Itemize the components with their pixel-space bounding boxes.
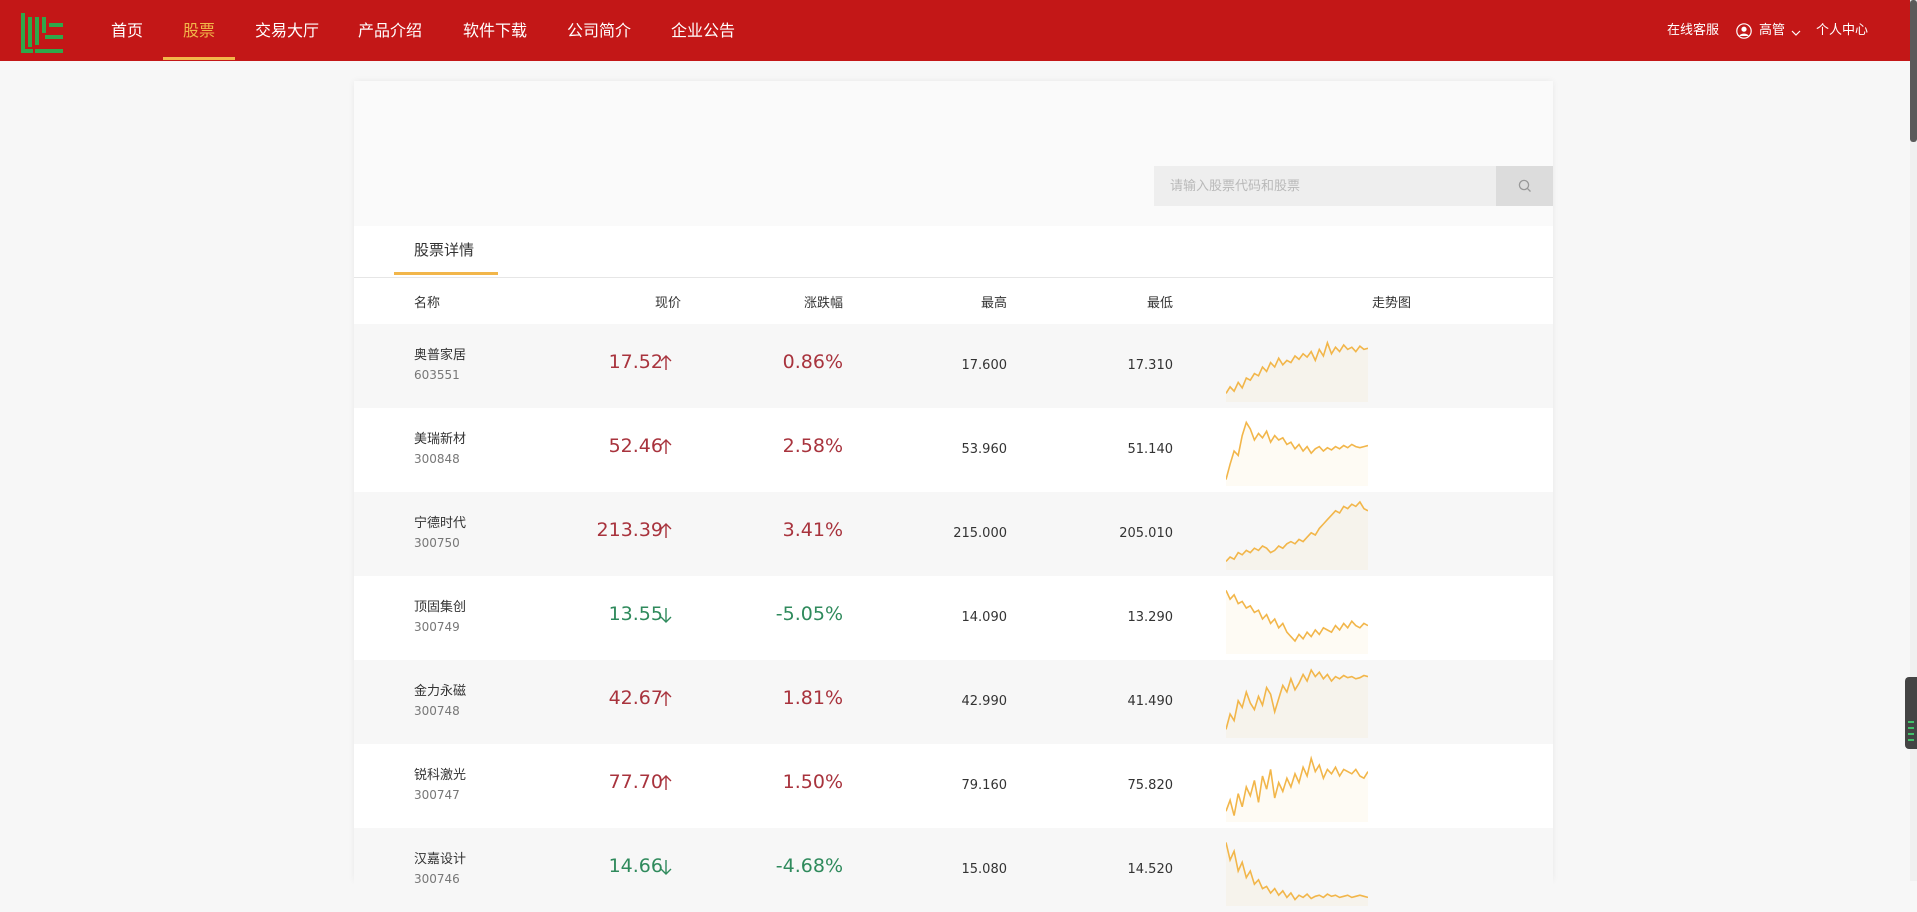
stock-code: 300747 [414,788,460,802]
personal-center-link[interactable]: 个人中心 [1816,0,1868,61]
tab-stock-detail[interactable]: 股票详情 [414,226,474,277]
stock-name[interactable]: 宁德时代 [414,512,466,531]
stock-name[interactable]: 奥普家居 [414,344,466,363]
stock-high: 42.990 [961,694,1008,709]
stock-low: 205.010 [1119,526,1173,541]
stock-search-input[interactable] [1154,166,1496,206]
table-row[interactable]: 宁德时代 300750 213.39 3.41% 215.000 205.010 [354,492,1553,576]
stock-name[interactable]: 汉嘉设计 [414,848,466,867]
stock-price: 13.55 [608,603,663,625]
stock-price: 213.39 [596,519,663,541]
search-button[interactable] [1496,166,1553,206]
arrow-down-icon [660,608,672,623]
table-row[interactable]: 金力永磁 300748 42.67 1.81% 42.990 41.490 [354,660,1553,744]
column-header-name: 名称 [414,296,441,311]
stock-price: 42.67 [608,687,663,709]
stock-change-percent: 3.41% [782,519,843,541]
trend-area [1226,590,1368,654]
table-row[interactable]: 美瑞新材 300848 52.46 2.58% 53.960 51.140 [354,408,1553,492]
nav-active-indicator [163,57,235,60]
trend-sparkline [1226,755,1368,822]
trend-area [1226,670,1368,738]
stock-high: 53.960 [961,442,1008,457]
page-scrollbar-thumb[interactable] [1910,0,1917,142]
stock-name[interactable]: 顶固集创 [414,596,466,615]
stock-low: 14.520 [1127,862,1174,877]
table-header: 名称 现价 涨跌幅 最高 最低 走势图 [354,278,1553,324]
stock-change-percent: 1.50% [782,771,843,793]
table-row[interactable]: 锐科激光 300747 77.70 1.50% 79.160 75.820 [354,744,1553,828]
column-header-trend: 走势图 [1372,296,1412,311]
nav-item-announcements[interactable]: 企业公告 [670,0,736,61]
arrow-up-icon [660,691,672,706]
stock-code: 300749 [414,620,460,634]
trend-sparkline [1226,590,1368,654]
column-header-change: 涨跌幅 [803,296,843,311]
stock-code: 603551 [414,368,460,382]
brand-logo-icon[interactable] [21,13,63,53]
stock-name[interactable]: 锐科激光 [414,764,466,783]
stock-low: 75.820 [1127,778,1174,793]
stock-price: 17.52 [608,351,663,373]
column-header-low: 最低 [1146,296,1173,311]
trend-sparkline [1226,340,1368,402]
online-service-link[interactable]: 在线客服 [1667,0,1719,61]
stock-low: 51.140 [1127,442,1174,457]
column-header-price: 现价 [654,296,681,311]
stock-low: 13.290 [1127,610,1174,625]
top-navbar: 首页 股票 交易大厅 产品介绍 软件下载 公司简介 企业公告 在线客服 高管 个… [0,0,1910,61]
stock-high: 215.000 [953,526,1007,541]
stock-change-percent: 0.86% [782,351,843,373]
stock-price: 52.46 [608,435,663,457]
column-header-high: 最高 [980,296,1007,311]
stock-code: 300750 [414,536,460,550]
trend-sparkline [1226,500,1368,570]
stock-high: 14.090 [961,610,1008,625]
trend-sparkline [1226,420,1368,486]
stock-change-percent: 1.81% [782,687,843,709]
stock-change-percent: 2.58% [782,435,843,457]
stock-price: 77.70 [608,771,663,793]
nav-item-software-download[interactable]: 软件下载 [462,0,528,61]
trend-sparkline [1226,842,1368,906]
stock-high: 17.600 [961,358,1008,373]
arrow-up-icon [660,439,672,454]
tab-active-indicator [394,272,498,275]
chevron-down-icon[interactable] [1791,30,1801,36]
nav-item-company-intro[interactable]: 公司简介 [566,0,632,61]
trend-area [1226,342,1368,402]
nav-item-stocks[interactable]: 股票 [182,0,216,61]
stock-name[interactable]: 金力永磁 [414,680,466,699]
table-row[interactable]: 奥普家居 603551 17.52 0.86% 17.600 17.310 [354,324,1553,408]
stock-low: 41.490 [1127,694,1174,709]
arrow-up-icon [660,775,672,790]
stock-high: 79.160 [961,778,1008,793]
side-float-widget[interactable] [1905,677,1917,749]
stock-change-percent: -4.68% [775,855,843,877]
user-avatar-icon[interactable] [1736,23,1752,39]
trend-area [1226,422,1368,486]
trend-sparkline [1226,668,1368,738]
stock-low: 17.310 [1127,358,1174,373]
stock-change-percent: -5.05% [775,603,843,625]
nav-item-trading-hall[interactable]: 交易大厅 [254,0,320,61]
nav-item-products[interactable]: 产品介绍 [357,0,423,61]
search-icon [1518,179,1531,192]
arrow-down-icon [660,860,672,875]
trend-area [1226,502,1368,570]
stock-list-card: 股票详情 名称 现价 涨跌幅 最高 最低 走势图 奥普家居 603551 17.52… [354,81,1553,912]
stock-code: 300746 [414,872,460,886]
username-label[interactable]: 高管 [1759,0,1785,61]
stock-name[interactable]: 美瑞新材 [414,428,466,447]
table-row[interactable]: 顶固集创 300749 13.55 -5.05% 14.090 13.290 [354,576,1553,660]
arrow-up-icon [660,355,672,370]
stock-code: 300848 [414,452,460,466]
arrow-up-icon [660,523,672,538]
detail-tabbar: 股票详情 [354,226,1553,278]
stock-price: 14.66 [608,855,663,877]
stock-code: 300748 [414,704,460,718]
stock-high: 15.080 [961,862,1008,877]
table-row[interactable]: 汉嘉设计 300746 14.66 -4.68% 15.080 14.520 [354,828,1553,912]
nav-item-home[interactable]: 首页 [110,0,144,61]
